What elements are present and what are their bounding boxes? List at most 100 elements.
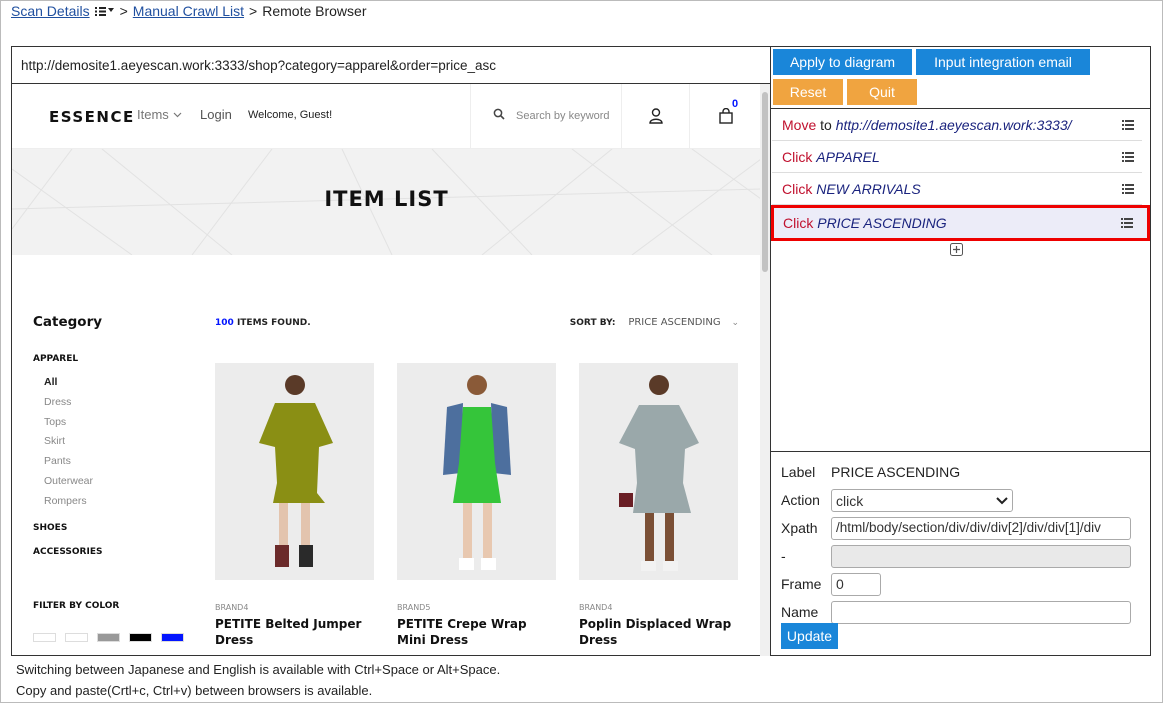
step-target: APPAREL <box>816 149 880 165</box>
breadcrumb-separator: > <box>119 3 128 19</box>
shop-header: ESSENCE Items Login Welcome, Guest! Sear… <box>12 84 761 149</box>
product-image[interactable] <box>215 363 374 580</box>
breadcrumb-scan-details-link[interactable]: Scan Details <box>11 3 90 19</box>
category-title: Category <box>33 314 103 330</box>
nav-items-menu[interactable]: Items <box>137 107 182 122</box>
breadcrumb-current: Remote Browser <box>262 3 367 19</box>
shop-logo[interactable]: ESSENCE <box>49 108 135 126</box>
drag-handle-icon[interactable] <box>1122 184 1134 194</box>
operation-panel: Apply to diagram Input integration email… <box>771 47 1150 655</box>
cart-count-badge: 0 <box>732 98 739 110</box>
step-item[interactable]: Move to http://demosite1.aeyescan.work:3… <box>772 109 1142 141</box>
color-swatch[interactable] <box>97 632 120 642</box>
browser-scrollbar[interactable] <box>760 84 770 656</box>
product-name[interactable]: PETITE Crepe Wrap Mini Dress <box>397 616 556 648</box>
sort-by-control[interactable]: SORT BY: PRICE ASCENDING ⌄ <box>570 317 739 328</box>
category-apparel[interactable]: APPAREL <box>33 354 203 364</box>
chevron-down-icon: ⌄ <box>731 318 739 328</box>
product-image[interactable] <box>579 363 738 580</box>
category-accessories[interactable]: ACCESSORIES <box>33 547 203 557</box>
footer-notes: Switching between Japanese and English i… <box>16 659 500 701</box>
label-field-label: Label <box>781 464 816 480</box>
name-input[interactable] <box>831 601 1131 624</box>
product-brand: BRAND5 <box>397 603 431 612</box>
product-name[interactable]: Poplin Displaced Wrap Dress <box>579 616 738 648</box>
shopping-bag-icon <box>718 108 733 124</box>
footer-line: Copy and paste(Crtl+c, Ctrl+v) between b… <box>16 683 373 698</box>
subcategory-tops[interactable]: Tops <box>44 416 203 436</box>
subcategory-skirt[interactable]: Skirt <box>44 435 203 455</box>
step-target: PRICE ASCENDING <box>817 215 947 231</box>
filter-by-color-title: FILTER BY COLOR <box>33 600 120 611</box>
step-action: Click <box>782 149 813 165</box>
remote-browser-viewport[interactable]: ESSENCE Items Login Welcome, Guest! Sear… <box>12 84 771 656</box>
reset-button[interactable]: Reset <box>773 79 843 105</box>
color-swatch[interactable] <box>161 632 184 642</box>
remote-browser-frame: http://demosite1.aeyescan.work:3333/shop… <box>11 46 1151 656</box>
cart-button[interactable]: 0 <box>690 84 761 148</box>
items-found-text: 100 ITEMS FOUND. <box>215 318 311 328</box>
action-select[interactable]: click <box>831 489 1013 512</box>
footer-line: Switching between Japanese and English i… <box>16 662 501 677</box>
category-shoes[interactable]: SHOES <box>33 523 203 533</box>
apply-to-diagram-button[interactable]: Apply to diagram <box>773 49 912 75</box>
divider <box>771 451 1150 452</box>
chevron-down-icon <box>996 496 1008 504</box>
step-item[interactable]: Click NEW ARRIVALS <box>772 173 1142 205</box>
product-card[interactable]: BRAND4 PETITE Belted Jumper Dress <box>215 363 374 648</box>
search-box[interactable]: Search by keyword <box>470 84 622 148</box>
action-field-label: Action <box>781 492 820 508</box>
product-image[interactable] <box>397 363 556 580</box>
subcategory-outerwear[interactable]: Outerwear <box>44 475 203 495</box>
welcome-text: Welcome, Guest! <box>248 109 333 121</box>
nav-items-label: Items <box>137 107 169 122</box>
chevron-down-icon <box>173 112 182 117</box>
search-input[interactable]: Search by keyword <box>516 110 610 122</box>
input-integration-email-button[interactable]: Input integration email <box>916 49 1090 75</box>
product-brand: BRAND4 <box>579 603 613 612</box>
user-account-button[interactable] <box>622 84 690 148</box>
sort-by-label: SORT BY: <box>569 318 616 328</box>
subcategory-all[interactable]: All <box>44 376 203 396</box>
breadcrumb-separator: > <box>249 3 258 19</box>
product-grid: BRAND4 PETITE Belted Jumper Dress BRAND5… <box>215 363 739 648</box>
drag-handle-icon[interactable] <box>1122 120 1134 130</box>
step-target: http://demosite1.aeyescan.work:3333/ <box>835 117 1072 133</box>
product-brand: BRAND4 <box>215 603 249 612</box>
product-name[interactable]: PETITE Belted Jumper Dress <box>215 616 374 648</box>
color-swatch[interactable] <box>33 632 56 642</box>
subcategory-dress[interactable]: Dress <box>44 396 203 416</box>
disabled-input <box>831 545 1131 568</box>
sort-by-value[interactable]: PRICE ASCENDING <box>628 317 720 328</box>
subcategory-rompers[interactable]: Rompers <box>44 495 203 515</box>
step-item[interactable]: Click APPAREL <box>772 141 1142 173</box>
url-bar[interactable]: http://demosite1.aeyescan.work:3333/shop… <box>12 47 771 84</box>
quit-button[interactable]: Quit <box>847 79 917 105</box>
update-button[interactable]: Update <box>781 623 838 649</box>
xpath-input[interactable]: /html/body/section/div/div/div[2]/div/di… <box>831 517 1131 540</box>
frame-input[interactable]: 0 <box>831 573 881 596</box>
breadcrumb-manual-crawl-link[interactable]: Manual Crawl List <box>133 3 244 19</box>
product-card[interactable]: BRAND4 Poplin Displaced Wrap Dress <box>579 363 738 648</box>
step-edit-form: Label PRICE ASCENDING Action click Xpath… <box>781 461 1141 649</box>
nav-login-link[interactable]: Login <box>200 107 232 122</box>
step-action: Click <box>783 215 814 231</box>
color-swatch[interactable] <box>65 632 88 642</box>
search-icon <box>493 108 505 120</box>
scrollbar-thumb[interactable] <box>762 92 768 272</box>
action-select-value: click <box>836 492 864 509</box>
items-found-count: 100 <box>215 318 234 328</box>
subcategory-pants[interactable]: Pants <box>44 455 203 475</box>
drag-handle-icon[interactable] <box>1122 152 1134 162</box>
list-menu-icon[interactable] <box>94 5 115 17</box>
page-title: ITEM LIST <box>324 187 449 211</box>
step-target: NEW ARRIVALS <box>816 181 921 197</box>
add-step-icon[interactable] <box>950 243 963 256</box>
step-item-selected[interactable]: Click PRICE ASCENDING <box>771 205 1150 241</box>
label-value: PRICE ASCENDING <box>831 464 961 480</box>
drag-handle-icon[interactable] <box>1121 218 1133 228</box>
step-connector: to <box>820 117 832 133</box>
product-card[interactable]: BRAND5 PETITE Crepe Wrap Mini Dress <box>397 363 556 648</box>
color-swatch[interactable] <box>129 632 152 642</box>
user-icon <box>648 108 663 124</box>
